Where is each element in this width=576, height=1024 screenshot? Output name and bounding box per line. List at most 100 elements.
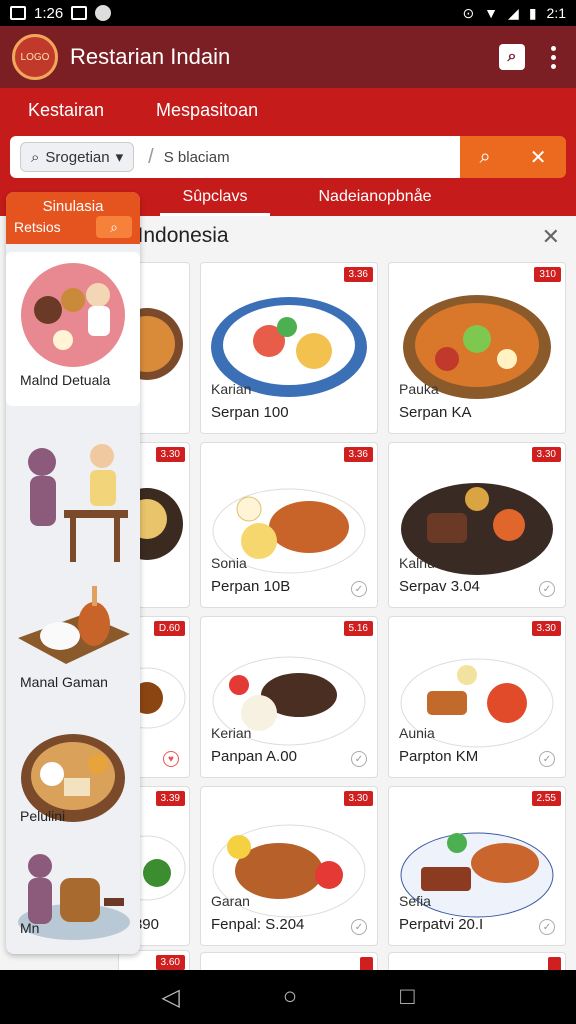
dish-serving: Perpan 10B xyxy=(211,578,291,595)
dish-card[interactable]: 2.55 Sefia Perpatvi 20.I ✓ xyxy=(388,786,566,946)
favorite-icon[interactable]: ♥ xyxy=(163,751,179,767)
gallery-icon xyxy=(10,6,26,20)
dish-serving: Perpatvi 20.I xyxy=(399,916,484,933)
status-time-right: 2:1 xyxy=(546,5,566,21)
restaurant-illustration xyxy=(21,263,125,367)
sync-icon xyxy=(95,5,112,21)
search-submit-icon[interactable]: ⌕ xyxy=(480,146,491,169)
nav-item-kestairan[interactable]: Kestairan xyxy=(28,100,104,121)
dish-name: Pauka xyxy=(399,381,439,397)
price-badge: 3.30 xyxy=(155,447,185,462)
dish-serving: Fenpal: S.204 xyxy=(211,916,305,933)
dish-card[interactable]: 3.30 Garan Fenpal: S.204 ✓ xyxy=(200,786,378,946)
check-icon[interactable]: ✓ xyxy=(539,751,555,767)
side-panel-item-label: Malnd Detuala xyxy=(20,372,111,388)
check-icon[interactable]: ✓ xyxy=(351,581,367,597)
price-badge xyxy=(360,957,373,970)
location-icon: ⊙ xyxy=(462,4,475,21)
search-icon[interactable]: ⌕ xyxy=(96,216,132,238)
side-panel-title: Sinulasia xyxy=(42,198,104,215)
logo-text: LOGO xyxy=(20,51,50,63)
side-panel-item-label: Manal Gaman xyxy=(20,674,108,690)
side-panel-item[interactable]: Manal Gaman xyxy=(6,578,140,702)
side-panel-item[interactable]: Pelulini xyxy=(6,726,140,830)
price-badge: 310 xyxy=(534,267,561,282)
dish-serving: Serpan 100 xyxy=(211,404,289,421)
chevron-down-icon: ▾ xyxy=(115,149,124,166)
divider: / xyxy=(148,145,154,168)
status-bar: 1:26 ⊙ ▼ ◢ ▮ 2:1 xyxy=(0,0,576,26)
search-bar: ⌕ Srogetian ▾ / S blaciam ⌕ ✕ xyxy=(10,136,566,178)
category-value: Srogetian xyxy=(45,148,110,166)
side-panel-item-label: Pelulini xyxy=(20,808,66,824)
dish-serving: Serpav 3.04 xyxy=(399,578,480,595)
dish-card[interactable]: 310 Pauka Serpan KA xyxy=(388,262,566,434)
side-panel: Sinulasia Retsios ⌕ Malnd Detuala Manal … xyxy=(6,192,140,954)
status-time: 1:26 xyxy=(34,4,64,22)
dish-card[interactable]: 5.16 Kerian Panpan A.00 ✓ xyxy=(200,616,378,778)
price-badge: 3.60 xyxy=(155,955,185,970)
category-dropdown[interactable]: ⌕ Srogetian ▾ xyxy=(20,142,135,172)
dish-card[interactable] xyxy=(200,952,378,970)
price-badge: 5.16 xyxy=(343,621,373,636)
nav-item-mespasitoan[interactable]: Mespasitoan xyxy=(156,100,258,121)
restaurant-logo[interactable]: LOGO xyxy=(12,34,58,80)
dish-name: Sonia xyxy=(211,555,247,571)
check-icon[interactable]: ✓ xyxy=(539,581,555,597)
tab-supclavs[interactable]: Sûpclavs xyxy=(160,186,270,216)
search-actions: ⌕ ✕ xyxy=(460,136,566,178)
clear-icon[interactable]: ✕ xyxy=(530,145,547,170)
dish-serving: Serpan KA xyxy=(399,404,472,421)
price-badge: 2.55 xyxy=(531,791,561,806)
price-badge: 3.30 xyxy=(531,621,561,636)
price-badge: 3.30 xyxy=(343,791,373,806)
dish-name: Karian xyxy=(211,381,252,397)
back-icon[interactable]: ◁ xyxy=(161,983,179,1012)
system-nav-bar: ◁ ○ □ xyxy=(0,970,576,1024)
recents-icon[interactable]: □ xyxy=(400,983,415,1011)
search-icon[interactable]: ⌕ xyxy=(499,44,525,70)
dish-serving: Parpton KM xyxy=(399,748,479,765)
app-screen: 1:26 ⊙ ▼ ◢ ▮ 2:1 LOGO Restarian Indain ⌕… xyxy=(0,0,576,1024)
tab-nadeianopbnae[interactable]: Nadeianopbnåe xyxy=(300,186,450,216)
dish-name: Aunia xyxy=(399,725,435,741)
dish-name: Sefia xyxy=(399,893,431,909)
side-panel-item[interactable]: Mn xyxy=(6,848,140,948)
price-badge: 3.39 xyxy=(155,791,185,806)
price-badge: 3.36 xyxy=(343,447,373,462)
price-badge: D.60 xyxy=(153,621,185,636)
dish-name: Kerian xyxy=(211,725,252,741)
dish-card[interactable]: 3.36 Karian Serpan 100 xyxy=(200,262,378,434)
side-panel-item-label: Mn xyxy=(20,920,40,936)
search-input[interactable]: S blaciam xyxy=(164,149,230,166)
home-icon[interactable]: ○ xyxy=(283,983,298,1011)
mail-icon xyxy=(71,6,88,20)
dish-name: Garan xyxy=(211,893,250,909)
signal-icon: ◢ xyxy=(508,4,519,21)
dish-card[interactable]: 3.30 Kalnu Serpav 3.04 ✓ xyxy=(388,442,566,608)
more-options-icon[interactable] xyxy=(551,45,556,69)
dish-serving: Panpan A.00 xyxy=(211,748,297,765)
tab-gap xyxy=(270,186,300,216)
dining-couple-illustration xyxy=(28,444,128,562)
check-icon[interactable]: ✓ xyxy=(539,919,555,935)
search-icon: ⌕ xyxy=(31,148,40,166)
dish-card[interactable]: 3.30 Aunia Parpton KM ✓ xyxy=(388,616,566,778)
side-panel-item[interactable] xyxy=(6,424,140,574)
chicken-rice-illustration xyxy=(18,586,130,664)
check-icon[interactable]: ✓ xyxy=(351,751,367,767)
dish-card[interactable]: 3.36 Sonia Perpan 10B ✓ xyxy=(200,442,378,608)
side-panel-item[interactable]: Malnd Detuala xyxy=(6,252,140,406)
check-icon[interactable]: ✓ xyxy=(351,919,367,935)
app-title: Restarian Indain xyxy=(70,44,231,69)
search-box[interactable]: ⌕ Srogetian ▾ / S blaciam xyxy=(10,136,460,178)
dish-card[interactable] xyxy=(388,952,566,970)
price-badge: 3.36 xyxy=(343,267,373,282)
top-nav: Kestairan Mespasitoan xyxy=(0,88,576,133)
wifi-icon: ▼ xyxy=(484,5,499,21)
dish-name: Kalnu xyxy=(399,555,435,571)
price-badge xyxy=(548,957,561,970)
close-icon[interactable]: ✕ xyxy=(542,224,560,250)
battery-icon: ▮ xyxy=(528,4,537,21)
side-panel-header: Sinulasia Retsios ⌕ xyxy=(6,192,140,244)
